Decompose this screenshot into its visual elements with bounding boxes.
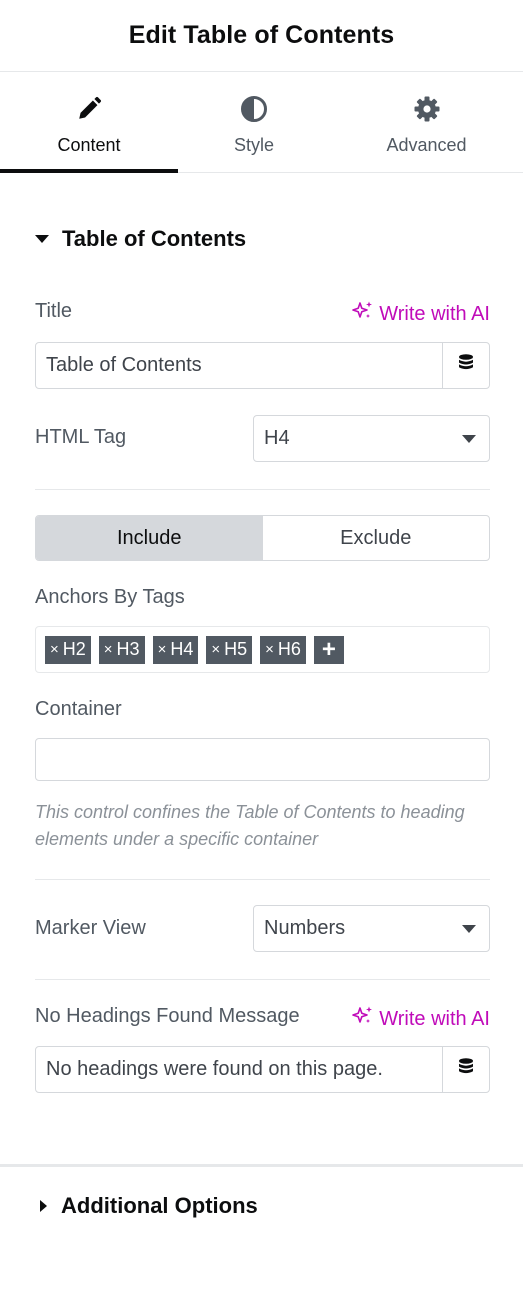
tab-advanced[interactable]: Advanced — [330, 72, 523, 172]
tag-label: H3 — [116, 639, 140, 659]
write-with-ai-button[interactable]: Write with AI — [352, 1005, 490, 1033]
tag-h2[interactable]: × H2 — [45, 635, 91, 664]
include-option[interactable]: Include — [36, 516, 263, 560]
x-icon[interactable]: × — [50, 641, 59, 658]
write-with-ai-button[interactable]: Write with AI — [352, 300, 490, 328]
tag-h6[interactable]: × H6 — [260, 635, 306, 664]
title-label: Title — [35, 300, 73, 322]
marker-view-value: Numbers — [264, 917, 346, 939]
tag-h3[interactable]: × H3 — [98, 635, 145, 664]
exclude-option[interactable]: Exclude — [263, 516, 490, 560]
write-with-ai-label: Write with AI — [379, 1007, 490, 1030]
title-input[interactable]: Table of Contents — [36, 343, 442, 388]
contrast-icon — [240, 94, 268, 124]
tag-label: H6 — [277, 639, 301, 659]
no-headings-field: No headings were found on this page. — [35, 1046, 490, 1093]
anchors-label: Anchors By Tags — [35, 586, 185, 608]
sparkle-icon — [352, 1005, 374, 1033]
title-field: Table of Contents — [35, 342, 490, 389]
no-headings-input[interactable]: No headings were found on this page. — [36, 1047, 442, 1092]
section-toggle-table-of-contents[interactable]: Table of Contents — [35, 226, 246, 252]
tag-label: H2 — [62, 639, 86, 659]
x-icon[interactable]: × — [211, 641, 220, 658]
gear-icon — [413, 94, 441, 124]
section-toggle-additional-options[interactable]: Additional Options — [40, 1193, 258, 1219]
panel-title: Edit Table of Contents — [128, 21, 395, 49]
divider — [35, 879, 490, 880]
tab-style[interactable]: Style — [178, 72, 330, 172]
html-tag-label: HTML Tag — [35, 426, 127, 448]
x-icon[interactable]: × — [265, 641, 274, 658]
tag-label: H4 — [170, 639, 194, 659]
divider — [35, 489, 490, 490]
tab-style-label: Style — [233, 135, 275, 155]
database-icon — [457, 1057, 475, 1082]
panel-tabs: Content Style Advanced — [0, 72, 523, 173]
caret-right-icon — [40, 1200, 47, 1212]
html-tag-value: H4 — [264, 427, 290, 449]
include-exclude-switch: Include Exclude — [35, 515, 490, 561]
section-title: Table of Contents — [62, 226, 247, 251]
divider — [35, 979, 490, 980]
tab-content-label: Content — [57, 135, 121, 155]
section-separator — [0, 1164, 523, 1167]
marker-view-select[interactable]: Numbers — [253, 905, 490, 952]
sparkle-icon — [352, 300, 374, 328]
container-input[interactable] — [35, 738, 490, 781]
add-tag-button[interactable]: + — [313, 635, 344, 664]
x-icon[interactable]: × — [104, 641, 113, 658]
caret-down-icon — [35, 235, 49, 243]
container-label: Container — [35, 698, 122, 720]
dynamic-tags-button[interactable] — [442, 343, 489, 388]
chevron-down-icon — [462, 925, 476, 933]
chevron-down-icon — [462, 435, 476, 443]
write-with-ai-label: Write with AI — [379, 302, 490, 325]
no-headings-label: No Headings Found Message — [35, 1005, 300, 1027]
tab-advanced-label: Advanced — [386, 135, 467, 155]
database-icon — [457, 353, 475, 378]
tag-h4[interactable]: × H4 — [152, 635, 199, 664]
marker-view-label: Marker View — [35, 917, 146, 939]
dynamic-tags-button[interactable] — [442, 1047, 489, 1092]
anchors-tags-input[interactable]: × H2 × H3 × H4 × H5 × H6 + — [35, 626, 490, 673]
tag-label: H5 — [224, 639, 248, 659]
tab-content[interactable]: Content — [0, 72, 178, 173]
panel-header: Edit Table of Contents — [0, 0, 523, 72]
html-tag-select[interactable]: H4 — [253, 415, 490, 462]
section-title: Additional Options — [61, 1193, 258, 1218]
pencil-icon — [76, 94, 102, 124]
x-icon[interactable]: × — [158, 641, 167, 658]
tag-h5[interactable]: × H5 — [206, 635, 253, 664]
container-help-text: This control confines the Table of Conte… — [35, 802, 465, 849]
